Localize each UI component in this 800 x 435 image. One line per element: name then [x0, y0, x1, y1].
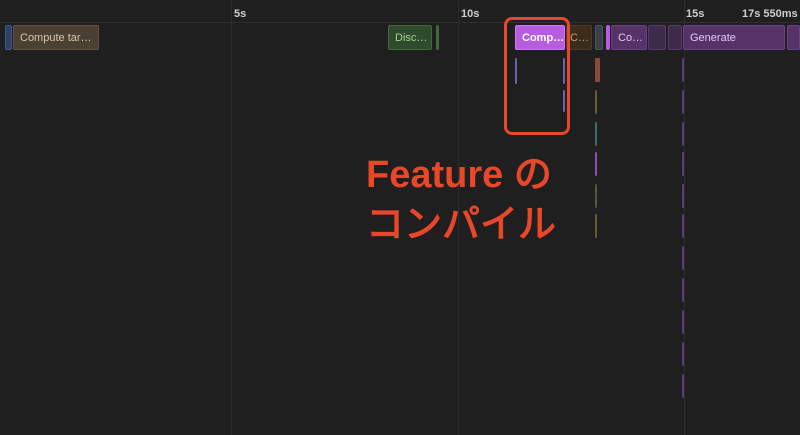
tick-5s: 5s [234, 8, 247, 20]
subtask-marker[interactable] [682, 122, 684, 146]
subtask-marker[interactable] [682, 58, 684, 82]
task-compute-targets[interactable]: Compute tar… [13, 25, 99, 50]
task-span-small-green[interactable] [436, 25, 439, 50]
subtask-marker[interactable] [595, 58, 600, 82]
task-span-purple-b[interactable] [668, 25, 682, 50]
tick-15s: 15s [686, 8, 705, 20]
subtask-marker[interactable] [595, 122, 597, 146]
subtask-marker[interactable] [682, 90, 684, 114]
subtask-marker[interactable] [682, 246, 684, 270]
task-co[interactable]: Co… [611, 25, 647, 50]
task-discover[interactable]: Disc… [388, 25, 432, 50]
subtask-marker[interactable] [595, 184, 597, 208]
annotation-label: Feature の コンパイル [366, 150, 556, 250]
end-time-label: 17s 550ms [742, 8, 798, 20]
task-span-purple-a[interactable] [648, 25, 666, 50]
task-span-gray[interactable] [595, 25, 603, 50]
tick-10s: 10s [461, 8, 480, 20]
gridline-5s [231, 0, 232, 435]
subtask-marker[interactable] [682, 152, 684, 176]
subtask-marker[interactable] [682, 214, 684, 238]
subtask-marker[interactable] [595, 214, 597, 238]
subtask-marker[interactable] [682, 310, 684, 334]
task-span-purple-end[interactable] [787, 25, 800, 50]
annotation-line-2: コンパイル [366, 204, 557, 246]
task-track: Compute tar… Disc… Comp… C… Co… Generate [0, 22, 800, 54]
task-span-start[interactable] [5, 25, 12, 50]
task-generate[interactable]: Generate [683, 25, 785, 50]
annotation-line-1: Feature の [366, 154, 552, 196]
subtask-marker[interactable] [682, 278, 684, 302]
timeline-ruler[interactable]: 5s 10s 15s 17s 550ms [0, 0, 800, 23]
subtask-marker[interactable] [682, 342, 684, 366]
subtask-marker[interactable] [595, 152, 597, 176]
subtask-marker[interactable] [595, 90, 597, 114]
annotation-highlight-box [504, 17, 570, 135]
gridline-15s [684, 0, 685, 435]
subtask-marker[interactable] [682, 184, 684, 208]
task-span-purple-edge[interactable] [606, 25, 610, 50]
subtask-marker[interactable] [682, 374, 684, 398]
